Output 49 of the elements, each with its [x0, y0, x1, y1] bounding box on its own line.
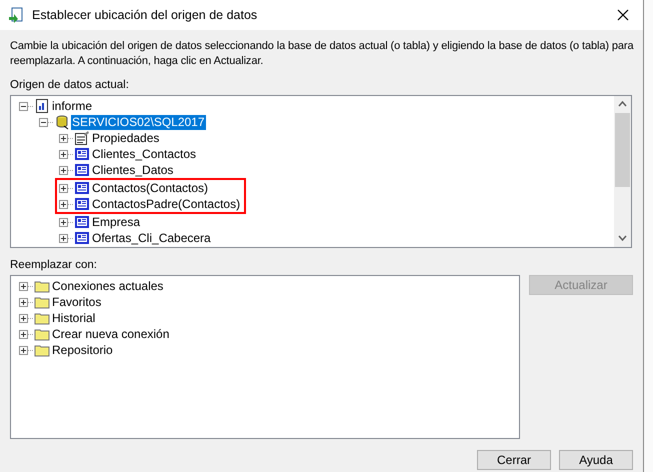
tree-item[interactable]: Propiedades [91, 130, 160, 146]
scrollbar[interactable] [614, 96, 631, 247]
expand-icon[interactable] [59, 166, 68, 174]
table-icon [74, 162, 90, 178]
tree-item[interactable]: Repositorio [51, 342, 114, 358]
window-title: Establecer ubicación del origen de datos [32, 6, 258, 24]
tree-item[interactable]: Clientes_Datos [91, 162, 174, 178]
expand-icon[interactable] [59, 200, 68, 208]
tree-item[interactable]: Ofertas_Cli_Cabecera [91, 230, 212, 246]
tree-item[interactable]: informe [51, 98, 94, 114]
tree-item[interactable]: Conexiones actuales [51, 278, 164, 294]
tree-item[interactable]: ContactosPadre(Contactos) [91, 196, 242, 212]
expand-icon[interactable] [19, 346, 28, 354]
replace-with-tree[interactable]: Conexiones actuales Favoritos Historial Crear nueva conexión Repositorio [10, 275, 520, 439]
tree-item[interactable]: Favoritos [51, 294, 102, 310]
table-icon [74, 146, 90, 162]
collapse-icon[interactable] [39, 118, 48, 126]
table-icon [74, 180, 90, 196]
expand-icon[interactable] [19, 314, 28, 322]
expand-icon[interactable] [59, 234, 68, 242]
collapse-icon[interactable] [19, 102, 28, 110]
current-source-tree[interactable]: informe SERVICIOS02\SQL2017 Propiedades Clientes_Contactos Clientes_Datos Contactos(Contactos) ContactosPadre(Contactos) Empresa Ofertas_Cli_Cabecera [10, 95, 632, 248]
expand-icon[interactable] [59, 184, 68, 192]
database-icon [54, 114, 70, 130]
table-icon [74, 230, 90, 246]
expand-icon[interactable] [19, 330, 28, 338]
scroll-thumb[interactable] [615, 113, 630, 187]
expand-icon[interactable] [19, 282, 28, 290]
section-label: Reemplazar con: [10, 258, 98, 272]
tree-item[interactable]: Clientes_Contactos [91, 146, 198, 162]
expand-icon[interactable] [59, 134, 68, 142]
close-icon [617, 9, 629, 21]
tree-item[interactable]: SERVICIOS02\SQL2017 [71, 114, 206, 130]
dialog-button[interactable]: Cerrar [477, 450, 551, 470]
dialog-button[interactable]: Ayuda [559, 450, 633, 470]
tree-item[interactable]: Empresa [91, 214, 142, 230]
expand-icon[interactable] [59, 218, 68, 226]
properties-icon [74, 130, 90, 146]
expand-icon[interactable] [19, 298, 28, 306]
table-icon [74, 196, 90, 212]
section-label: Origen de datos actual: [10, 78, 130, 92]
table-icon [74, 214, 90, 230]
app-icon [8, 7, 24, 23]
report-icon [34, 98, 50, 114]
tree-item[interactable]: Crear nueva conexión [51, 326, 170, 342]
expand-icon[interactable] [59, 150, 68, 158]
tree-item[interactable]: Historial [51, 310, 96, 326]
tree-item[interactable]: Contactos(Contactos) [91, 180, 210, 196]
instructions-text: Cambie la ubicación del origen de datos seleccionando la base de datos actual (o tabla) y eligiendo la base de datos (o tabla) para reemplazarla. A continuación, haga clic en Actualizar. [10, 39, 634, 69]
